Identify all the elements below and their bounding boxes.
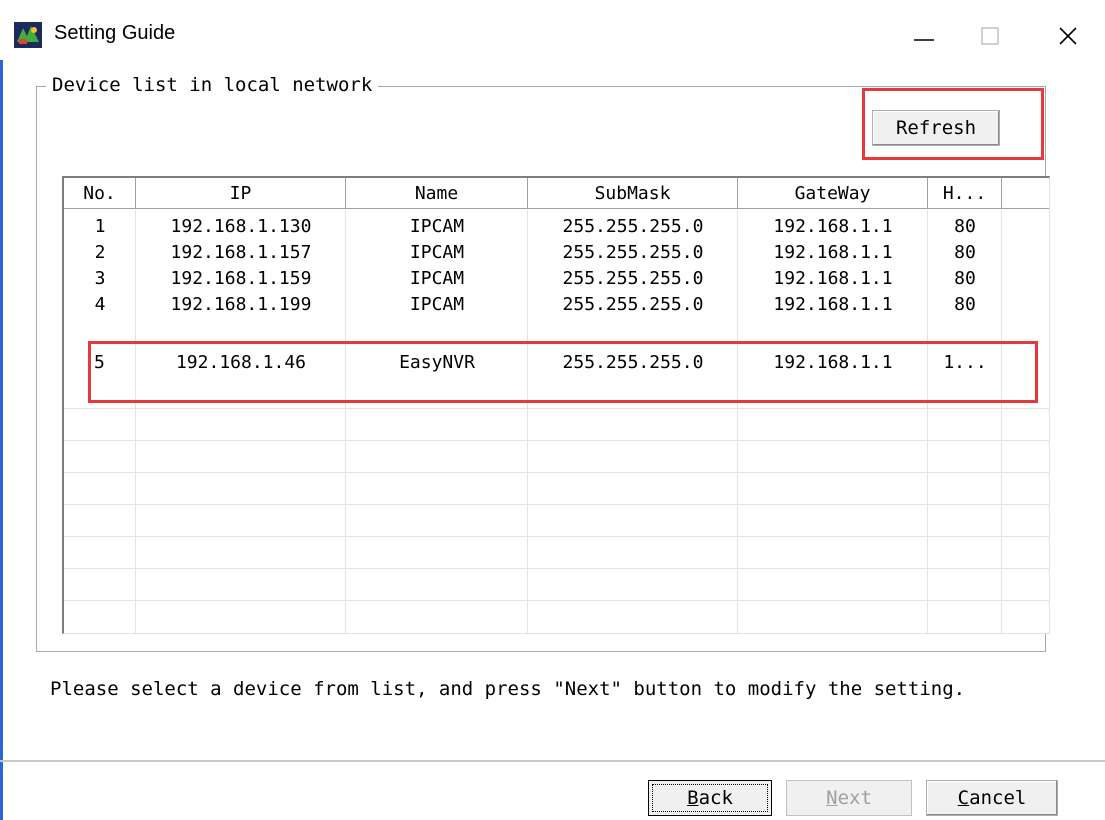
cell-h: 80 — [954, 293, 976, 315]
close-icon — [1059, 27, 1077, 45]
grid-line — [64, 504, 1049, 505]
cell-no: 4 — [94, 293, 106, 315]
column-header-name[interactable]: Name — [346, 178, 528, 209]
table-row[interactable]: 3 192.168.1.159 IPCAM 255.255.255.0 192.… — [64, 266, 1049, 290]
maximize-icon — [981, 27, 999, 45]
instruction-text: Please select a device from list, and pr… — [50, 678, 966, 700]
cell-submask: 255.255.255.0 — [562, 215, 704, 237]
cancel-button[interactable]: Cancel — [926, 780, 1058, 816]
column-header-gateway[interactable]: GateWay — [738, 178, 928, 209]
cell-gateway: 192.168.1.1 — [773, 267, 893, 289]
next-label: Next — [826, 787, 872, 809]
footer-separator — [0, 760, 1105, 762]
next-hotkey: N — [826, 787, 838, 809]
cell-gateway: 192.168.1.1 — [773, 293, 893, 315]
cancel-hotkey: C — [957, 787, 970, 809]
grid-line — [64, 408, 1049, 409]
minimize-button[interactable] — [896, 14, 952, 58]
next-label-rest: ext — [837, 787, 872, 809]
cell-name: IPCAM — [409, 215, 465, 237]
device-table[interactable]: No. IP Name SubMask GateWay H... 1 192.1… — [62, 176, 1050, 634]
cell-no: 3 — [94, 267, 106, 289]
column-header-no[interactable]: No. — [64, 178, 136, 209]
cell-ip: 192.168.1.157 — [170, 241, 312, 263]
back-button[interactable]: Back — [648, 780, 772, 816]
table-header: No. IP Name SubMask GateWay H... — [64, 178, 1049, 210]
cell-h: 80 — [954, 215, 976, 237]
app-icon — [14, 22, 42, 48]
cell-submask: 255.255.255.0 — [562, 241, 704, 263]
window-left-border — [0, 60, 3, 820]
grid-line — [64, 440, 1049, 441]
groupbox-label: Device list in local network — [46, 74, 379, 96]
cell-name: IPCAM — [409, 293, 465, 315]
cell-name: IPCAM — [409, 267, 465, 289]
cell-ip: 192.168.1.199 — [170, 293, 312, 315]
table-row[interactable]: 1 192.168.1.130 IPCAM 255.255.255.0 192.… — [64, 214, 1049, 238]
grid-line — [64, 536, 1049, 537]
cell-submask: 255.255.255.0 — [562, 267, 704, 289]
column-header-h[interactable]: H... — [928, 178, 1002, 209]
cell-submask: 255.255.255.0 — [562, 293, 704, 315]
cell-ip: 192.168.1.159 — [170, 267, 312, 289]
focus-rect — [652, 784, 768, 812]
table-row[interactable]: 2 192.168.1.157 IPCAM 255.255.255.0 192.… — [64, 240, 1049, 264]
refresh-highlight-box — [862, 88, 1044, 160]
cell-no: 1 — [94, 215, 106, 237]
minimize-icon — [914, 39, 934, 41]
close-button[interactable] — [1040, 14, 1096, 58]
window-title: Setting Guide — [54, 22, 176, 44]
cell-h: 80 — [954, 241, 976, 263]
grid-line — [64, 568, 1049, 569]
cell-ip: 192.168.1.130 — [170, 215, 312, 237]
next-button[interactable]: Next — [786, 780, 912, 816]
row-highlight-box — [88, 341, 1038, 403]
maximize-button[interactable] — [962, 14, 1018, 58]
table-row[interactable]: 4 192.168.1.199 IPCAM 255.255.255.0 192.… — [64, 292, 1049, 316]
column-header-ip[interactable]: IP — [136, 178, 346, 209]
cell-h: 80 — [954, 267, 976, 289]
title-bar: Setting Guide — [0, 0, 1105, 68]
grid-line — [64, 600, 1049, 601]
grid-line — [64, 472, 1049, 473]
cell-name: IPCAM — [409, 241, 465, 263]
column-header-submask[interactable]: SubMask — [528, 178, 738, 209]
cell-gateway: 192.168.1.1 — [773, 215, 893, 237]
cancel-label: Cancel — [958, 787, 1027, 809]
cell-gateway: 192.168.1.1 — [773, 241, 893, 263]
column-header-empty — [1002, 178, 1049, 209]
cell-no: 2 — [94, 241, 106, 263]
cancel-label-rest: ancel — [969, 787, 1027, 809]
